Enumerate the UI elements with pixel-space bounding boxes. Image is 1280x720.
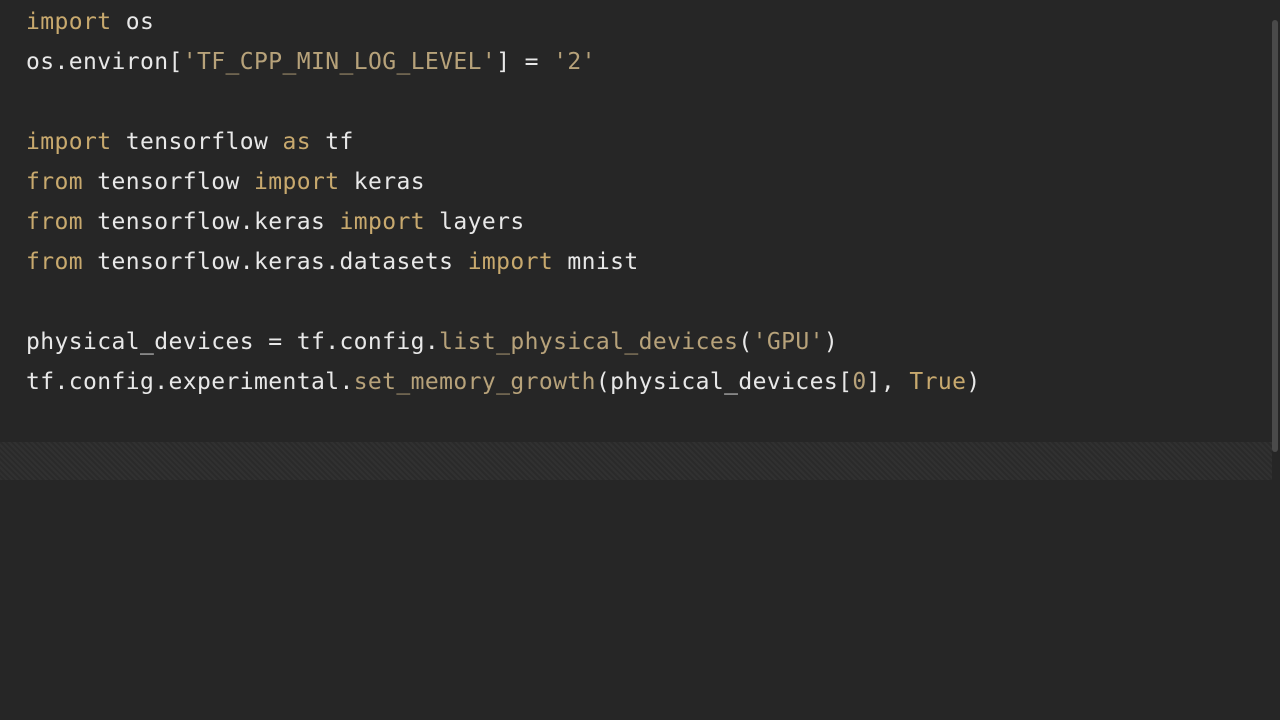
code-token-keyword: from bbox=[26, 209, 83, 235]
code-line[interactable]: from tensorflow.keras.datasets import mn… bbox=[26, 242, 1260, 282]
code-line[interactable]: os.environ['TF_CPP_MIN_LOG_LEVEL'] = '2' bbox=[26, 42, 1260, 82]
code-token-plain: mnist bbox=[553, 249, 639, 275]
code-content[interactable]: import os os.environ['TF_CPP_MIN_LOG_LEVE… bbox=[26, 2, 1260, 402]
code-line[interactable]: from tensorflow import keras bbox=[26, 162, 1260, 202]
code-token-keyword: import bbox=[253, 169, 340, 195]
code-token-plain: keras bbox=[339, 169, 425, 195]
code-token-plain: os.environ[ bbox=[26, 49, 183, 75]
code-token-string: '2' bbox=[553, 49, 596, 75]
code-token-plain: tf bbox=[310, 129, 354, 155]
code-token-plain: layers bbox=[424, 209, 525, 235]
code-token-string: 'TF_CPP_MIN_LOG_LEVEL' bbox=[182, 49, 497, 75]
code-token-const: True bbox=[909, 369, 967, 395]
code-token-plain: os bbox=[111, 9, 155, 35]
code-token-keyword: from bbox=[26, 169, 83, 195]
code-token-number: 0 bbox=[852, 369, 867, 395]
code-token-keyword: as bbox=[282, 129, 311, 155]
code-token-plain: ], bbox=[866, 369, 910, 395]
code-token-plain: ] = bbox=[496, 49, 554, 75]
code-token-keyword: import bbox=[26, 9, 112, 35]
code-editor[interactable]: import os os.environ['TF_CPP_MIN_LOG_LEVE… bbox=[0, 0, 1280, 720]
code-token-plain: ( bbox=[738, 329, 753, 355]
code-line[interactable] bbox=[26, 82, 1260, 122]
code-token-func: list_physical_devices bbox=[439, 329, 739, 355]
code-line[interactable]: physical_devices = tf.config.list_physic… bbox=[26, 322, 1260, 362]
code-token-plain: ) bbox=[966, 369, 981, 395]
code-token-keyword: from bbox=[26, 249, 83, 275]
code-line[interactable] bbox=[26, 282, 1260, 322]
code-token-plain: tensorflow.keras bbox=[83, 209, 340, 235]
code-line[interactable]: import os bbox=[26, 2, 1260, 42]
code-token-plain: ) bbox=[823, 329, 839, 355]
code-token-keyword: import bbox=[339, 209, 425, 235]
code-line[interactable]: tf.config.experimental.set_memory_growth… bbox=[26, 362, 1260, 402]
code-token-keyword: import bbox=[467, 249, 554, 275]
code-token-func: set_memory_growth bbox=[353, 369, 596, 395]
code-line[interactable]: from tensorflow.keras import layers bbox=[26, 202, 1260, 242]
code-line[interactable]: import tensorflow as tf bbox=[26, 122, 1260, 162]
code-token-plain: tensorflow bbox=[83, 169, 254, 195]
code-token-plain: tensorflow.keras.datasets bbox=[83, 249, 468, 275]
code-token-plain: physical_devices = tf.config. bbox=[26, 329, 440, 355]
code-token-plain: tensorflow bbox=[111, 129, 283, 155]
code-token-plain: tf.config.experimental. bbox=[26, 369, 354, 395]
vertical-scrollbar[interactable] bbox=[1272, 20, 1278, 452]
code-token-plain: (physical_devices[ bbox=[595, 369, 853, 395]
code-token-string: 'GPU' bbox=[752, 329, 824, 355]
editor-end-marker bbox=[0, 442, 1272, 480]
code-token-keyword: import bbox=[26, 129, 112, 155]
